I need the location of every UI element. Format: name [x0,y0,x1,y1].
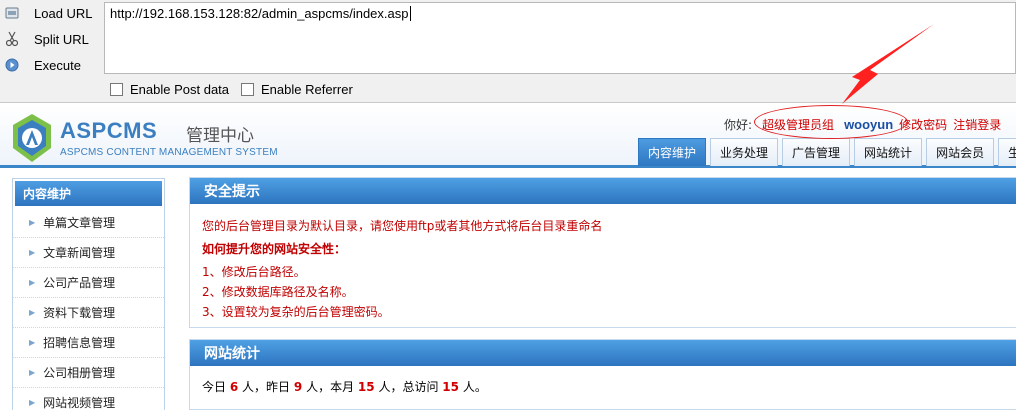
security-tip: 1、修改后台路径。 [202,265,306,279]
sidebar-title: 内容维护 [15,181,162,206]
top-nav-tabs: 内容维护 业务处理 广告管理 网站统计 网站会员 生成 [638,138,1016,166]
triangle-right-icon: ▶ [29,368,36,377]
hackbar-toolbar: Load URL Split URL Execute http://192.16… [0,0,1016,103]
sidebar-item-label: 网站视频管理 [43,396,116,410]
security-tip: 3、设置较为复杂的后台管理密码。 [202,305,390,319]
enable-referrer-label: Enable Referrer [261,82,353,97]
play-icon [4,57,20,73]
triangle-right-icon: ▶ [29,308,36,317]
sidebar: 内容维护 ▶ 单篇文章管理 ▶ 文章新闻管理 ▶ 公司产品管理 ▶ 资料下载管理 ▶ 招聘… [12,178,165,410]
stats-panel: 网站统计 今日 6 人，昨日 9 人，本月 15 人，总访问 15 人。 [189,339,1016,410]
end-label: 人。 [462,380,487,394]
logo-subtitle: ASPCMS CONTENT MANAGEMENT SYSTEM [60,147,278,158]
security-panel: 安全提示 您的后台管理目录为默认目录，请您使用ftp或者其他方式将后台目录重命名… [189,177,1016,328]
today-count: 6 [229,380,239,394]
sidebar-item-label: 文章新闻管理 [43,246,116,260]
execute-label: Execute [34,57,81,73]
security-tip: 2、修改数据库路径及名称。 [202,285,354,299]
logo-chinese-title: 管理中心 [186,126,254,146]
sidebar-item-news[interactable]: ▶ 文章新闻管理 [13,238,164,268]
security-howto-heading: 如何提升您的网站安全性： [202,242,347,256]
sidebar-item-label: 资料下载管理 [43,306,116,320]
load-url-button[interactable]: Load URL [4,2,100,24]
sidebar-item-label: 单篇文章管理 [43,216,116,230]
checkbox-box [110,83,123,96]
aspcms-logo-icon [13,114,51,162]
enable-post-label: Enable Post data [130,82,230,97]
greeting-label: 你好: [724,118,753,132]
triangle-right-icon: ▶ [29,398,36,407]
tab-ads[interactable]: 广告管理 [782,138,851,166]
enable-post-checkbox[interactable]: Enable Post data [110,82,229,97]
yesterday-count: 9 [293,380,303,394]
tab-content-maintenance[interactable]: 内容维护 [638,138,707,166]
stats-panel-title: 网站统计 [190,340,1016,366]
total-count: 15 [442,380,459,394]
url-textarea[interactable]: http://192.168.153.128:82/admin_aspcms/i… [104,2,1016,74]
triangle-right-icon: ▶ [29,278,36,287]
yesterday-label: 人，昨日 [242,380,291,394]
security-warning: 您的后台管理目录为默认目录，请您使用ftp或者其他方式将后台目录重命名 [202,219,603,233]
sidebar-item-single-article[interactable]: ▶ 单篇文章管理 [13,208,164,238]
sidebar-item-jobs[interactable]: ▶ 招聘信息管理 [13,328,164,358]
tab-members[interactable]: 网站会员 [926,138,995,166]
execute-button[interactable]: Execute [4,54,100,76]
tab-stats[interactable]: 网站统计 [854,138,923,166]
checkbox-box [241,83,254,96]
logout-link[interactable]: 注销登录 [953,116,1001,133]
scissors-icon [4,31,20,47]
sidebar-item-label: 公司产品管理 [43,276,116,290]
triangle-right-icon: ▶ [29,218,36,227]
enable-referrer-checkbox[interactable]: Enable Referrer [241,82,353,97]
tab-business[interactable]: 业务处理 [710,138,779,166]
split-url-button[interactable]: Split URL [4,28,100,50]
month-count: 15 [357,380,375,394]
today-label: 今日 [202,380,227,394]
split-url-label: Split URL [34,31,89,47]
sidebar-item-videos[interactable]: ▶ 网站视频管理 [13,388,164,410]
sidebar-item-label: 招聘信息管理 [43,336,116,350]
sidebar-item-albums[interactable]: ▶ 公司相册管理 [13,358,164,388]
sidebar-item-products[interactable]: ▶ 公司产品管理 [13,268,164,298]
triangle-right-icon: ▶ [29,338,36,347]
logo-title: ASPCMS [60,118,158,143]
annotation-ellipse [754,105,908,139]
sidebar-item-label: 公司相册管理 [43,366,116,380]
month-label: 人，本月 [306,380,355,394]
load-url-icon [4,5,20,21]
sidebar-item-downloads[interactable]: ▶ 资料下载管理 [13,298,164,328]
url-value: http://192.168.153.128:82/admin_aspcms/i… [110,6,409,21]
load-url-label: Load URL [34,5,93,21]
text-caret [409,6,411,21]
visitor-stats: 今日 6 人，昨日 9 人，本月 15 人，总访问 15 人。 [202,378,487,395]
tab-generate[interactable]: 生成 [998,138,1016,166]
security-panel-title: 安全提示 [190,178,1016,204]
triangle-right-icon: ▶ [29,248,36,257]
total-label: 人，总访问 [378,380,439,394]
